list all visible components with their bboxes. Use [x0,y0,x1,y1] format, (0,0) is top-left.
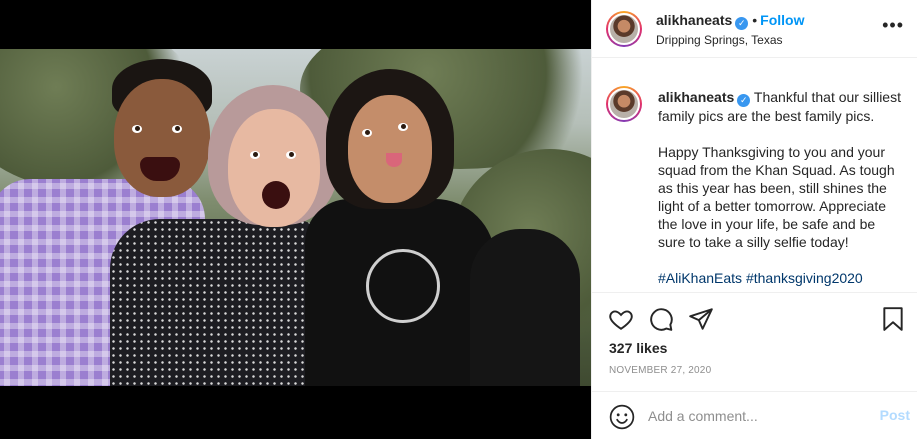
caption-body: Happy Thanksgiving to you and your squad… [658,144,895,250]
comment-icon[interactable] [648,306,674,332]
bookmark-icon[interactable] [880,306,906,332]
share-icon[interactable] [688,306,714,332]
separator-dot: • [752,12,758,28]
username-link[interactable]: alikhaneats [656,12,732,28]
eye [362,129,372,137]
shirt-graphic [366,249,440,323]
eye [286,151,296,159]
caption-username-link[interactable]: alikhaneats [658,89,734,105]
heart-icon[interactable] [608,306,634,332]
post-media [0,0,591,439]
caption-text: alikhaneats ✓ Thankful that our silliest … [658,88,906,305]
post-comment-button[interactable]: Post [880,407,910,423]
open-mouth [262,181,290,209]
face [348,95,432,203]
action-bar [608,306,908,332]
verified-badge-icon: ✓ [735,17,749,30]
post-date: NOVEMBER 27, 2020 [609,365,712,376]
comment-input[interactable] [648,405,868,427]
post-panel: alikhaneats ✓ • Follow Dripping Springs, Te… [591,0,917,439]
eye [172,125,182,133]
location-link[interactable]: Dripping Springs, Texas [656,33,783,47]
tongue [386,153,402,167]
comment-bar: Post [592,391,917,439]
avatar[interactable] [606,11,642,47]
emoji-icon[interactable] [609,404,635,430]
like-count[interactable]: 327 likes [609,340,667,356]
follow-button[interactable]: Follow [760,12,804,28]
verified-badge-icon: ✓ [737,94,751,107]
post-photo[interactable] [0,49,591,386]
post-header: alikhaneats ✓ • Follow Dripping Springs, Te… [592,0,917,58]
hashtag-link[interactable]: #AliKhanEats [658,270,742,286]
caption-area: alikhaneats ✓ Thankful that our silliest … [592,59,917,293]
more-options-icon[interactable]: ••• [882,16,904,34]
eye [132,125,142,133]
face [228,109,320,227]
legs [470,229,580,386]
hashtag-link[interactable]: #thanksgiving2020 [746,270,863,286]
eye [250,151,260,159]
eye [398,123,408,131]
avatar[interactable] [606,86,642,122]
header-line: alikhaneats ✓ • Follow [656,12,805,30]
